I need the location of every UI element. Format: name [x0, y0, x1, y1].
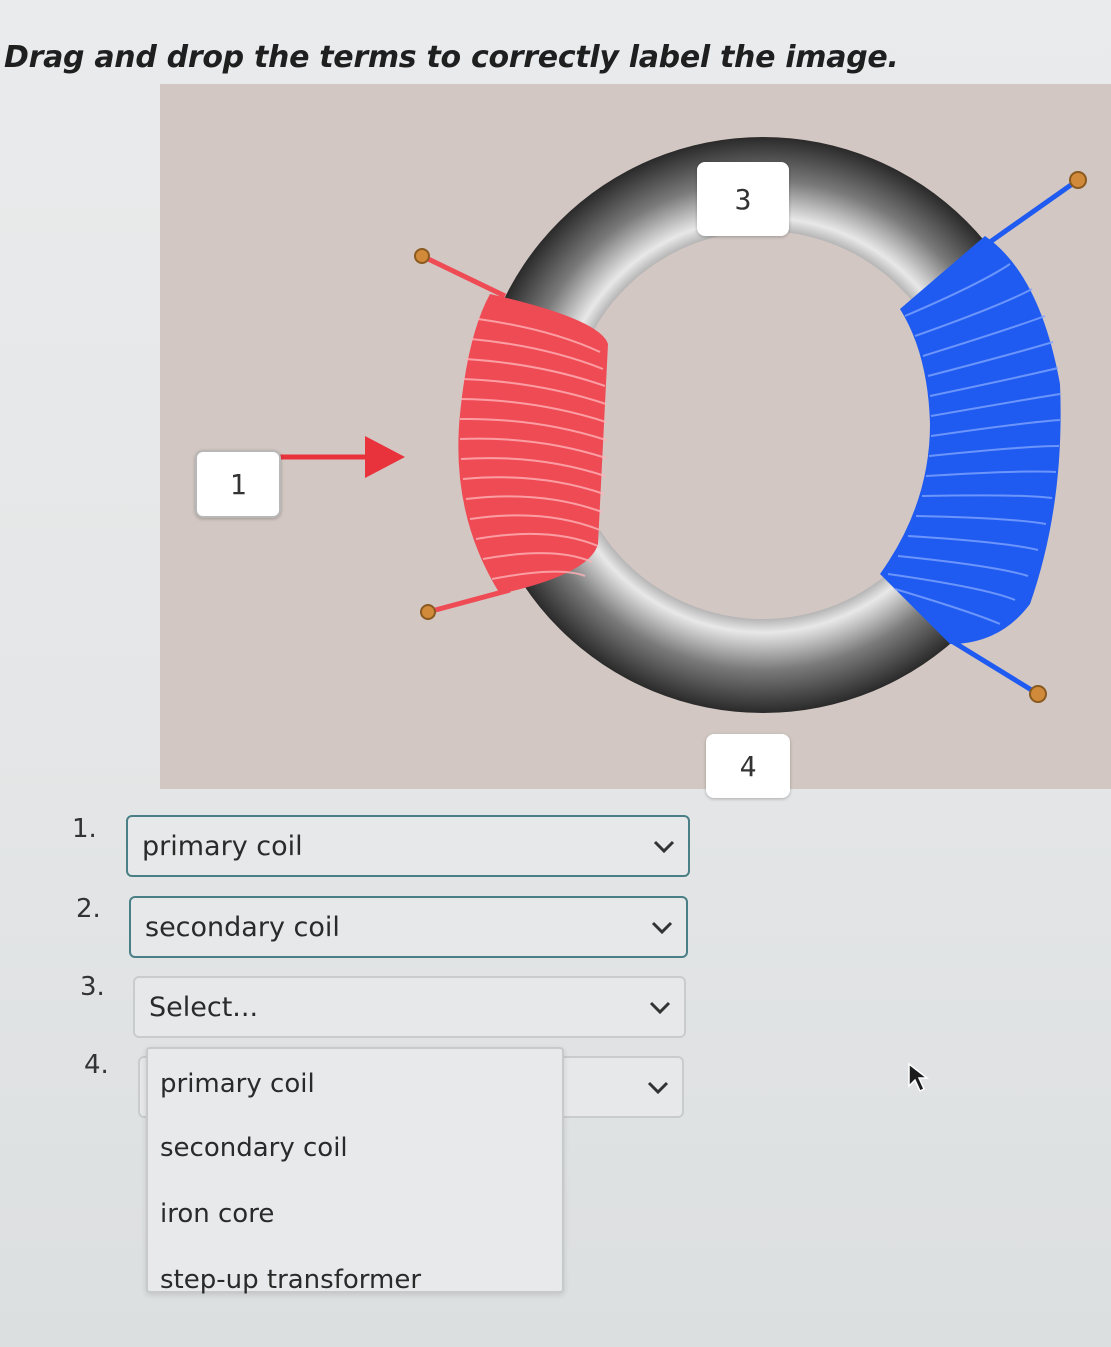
- primary-lead-bottom: [427, 587, 511, 615]
- secondary-terminal-bottom: [1029, 685, 1047, 703]
- chevron-down-icon: [653, 840, 675, 854]
- drop-target-1[interactable]: 1: [195, 450, 281, 518]
- chevron-down-icon: [649, 1001, 671, 1015]
- chevron-down-icon: [651, 921, 673, 935]
- transformer-diagram: [160, 84, 1111, 789]
- drop-target-4[interactable]: 4: [706, 734, 790, 798]
- primary-terminal-top: [414, 248, 430, 264]
- mouse-pointer-icon: [908, 1062, 930, 1093]
- question-number-1: 1.: [72, 814, 97, 844]
- option-step-up-transformer[interactable]: step-up transformer: [160, 1265, 421, 1295]
- question-number-4: 4.: [84, 1050, 109, 1080]
- option-secondary-coil[interactable]: secondary coil: [160, 1133, 348, 1163]
- label-1-arrow: [280, 436, 405, 478]
- drop-target-3[interactable]: 3: [697, 162, 789, 236]
- secondary-lead-bottom: [948, 637, 1040, 697]
- secondary-lead-top: [988, 177, 1080, 245]
- primary-terminal-bottom: [420, 604, 436, 620]
- option-primary-coil[interactable]: primary coil: [160, 1069, 315, 1099]
- primary-lead-top: [420, 253, 507, 299]
- answer-select-3-value: Select...: [149, 991, 259, 1023]
- answer-select-1-value: primary coil: [142, 830, 303, 862]
- answer-select-3[interactable]: Select...: [133, 976, 686, 1038]
- answer-dropdown-menu: primary coil secondary coil iron core st…: [146, 1047, 564, 1295]
- answer-select-2-value: secondary coil: [145, 911, 340, 943]
- secondary-terminal-top: [1069, 171, 1087, 189]
- question-number-2: 2.: [76, 894, 101, 924]
- answer-select-2[interactable]: secondary coil: [129, 896, 688, 958]
- option-iron-core[interactable]: iron core: [160, 1199, 274, 1229]
- transformer-illustration: [280, 137, 1087, 713]
- instruction-title: Drag and drop the terms to correctly lab…: [4, 40, 899, 75]
- chevron-down-icon: [647, 1081, 669, 1095]
- answer-select-1[interactable]: primary coil: [126, 815, 690, 877]
- primary-coil: [458, 294, 608, 594]
- question-number-3: 3.: [80, 972, 105, 1002]
